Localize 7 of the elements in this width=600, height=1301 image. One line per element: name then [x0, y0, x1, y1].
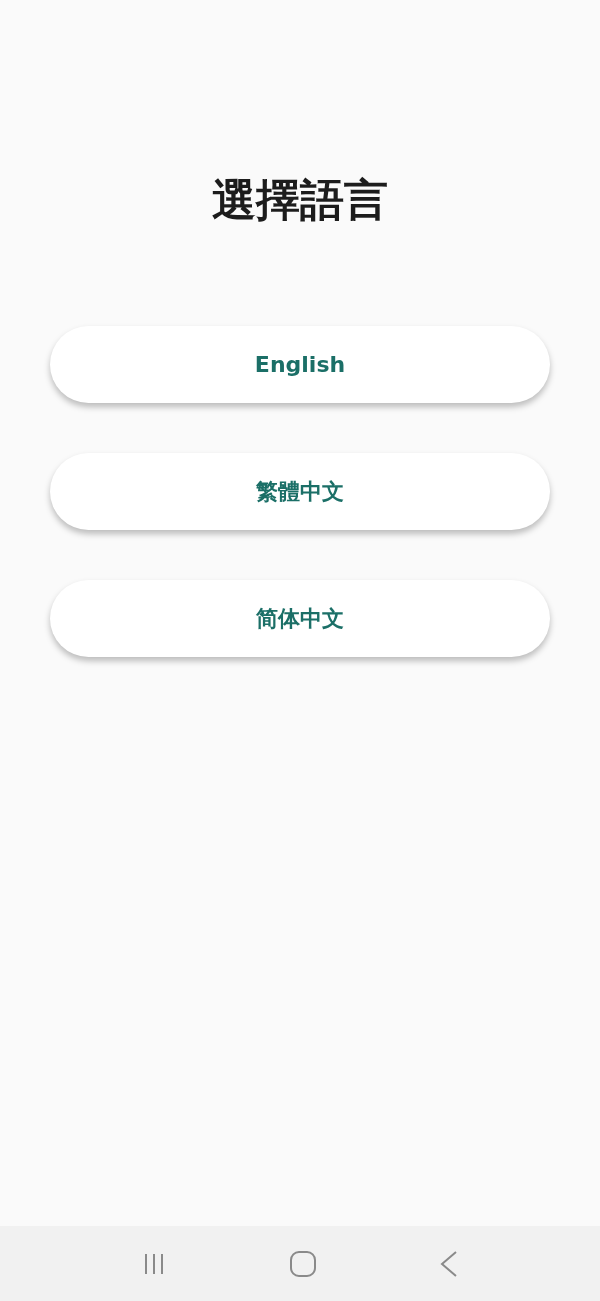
home-icon[interactable] — [290, 1250, 316, 1277]
language-button[interactable]: 繁體中文 — [50, 453, 550, 530]
language-button[interactable]: 简体中文 — [50, 580, 550, 657]
language-button[interactable]: English — [50, 326, 550, 403]
recent-apps-icon[interactable] — [142, 1251, 166, 1276]
page-title: 選擇語言 — [211, 174, 389, 226]
back-icon[interactable] — [440, 1250, 458, 1277]
